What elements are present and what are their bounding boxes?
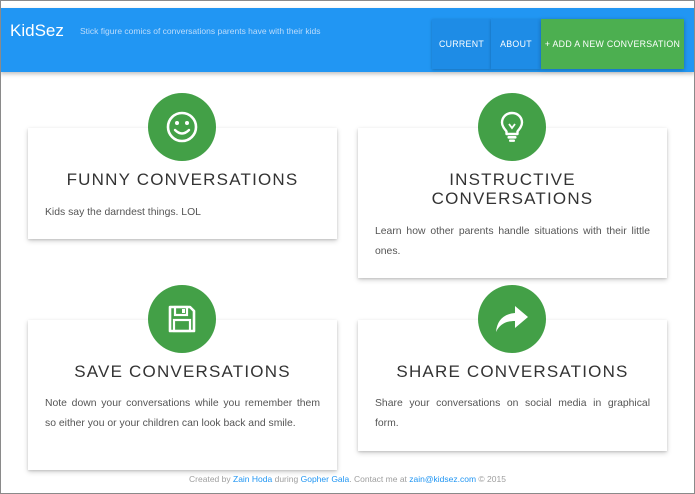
brand-logo[interactable]: KidSez — [10, 21, 64, 41]
floppy-disk-icon — [148, 285, 216, 353]
footer-during: during — [274, 474, 299, 484]
card-text: Share your conversations on social media… — [375, 398, 650, 429]
footer-contact: . Contact me at — [349, 474, 407, 484]
smiley-icon — [148, 93, 216, 161]
navbar: KidSez Stick figure comics of conversati… — [0, 8, 695, 72]
card-title: FUNNY CONVERSATIONS — [66, 170, 299, 189]
footer-copyright: © 2015 — [478, 474, 506, 484]
tagline: Stick figure comics of conversations par… — [80, 26, 321, 36]
nav-current-button[interactable]: CURRENT — [432, 19, 491, 69]
card-title: SAVE CONVERSATIONS — [74, 362, 291, 381]
card-text: Kids say the darndest things. LOL — [45, 207, 201, 218]
add-conversation-button[interactable]: + ADD A NEW CONVERSATION — [541, 19, 684, 69]
event-link[interactable]: Gopher Gala — [301, 474, 350, 484]
card-title-line1: INSTRUCTIVE — [449, 170, 576, 189]
email-link[interactable]: zain@kidsez.com — [409, 474, 476, 484]
card-text: Note down your conversations while you r… — [45, 398, 320, 429]
author-link[interactable]: Zain Hoda — [233, 474, 272, 484]
nav-about-button[interactable]: ABOUT — [491, 19, 541, 69]
card-title-line2: CONVERSATIONS — [431, 189, 594, 208]
footer: Created by Zain Hoda during Gopher Gala.… — [0, 474, 695, 484]
share-arrow-icon — [478, 285, 546, 353]
footer-created-by: Created by — [189, 474, 231, 484]
lightbulb-icon — [478, 93, 546, 161]
card-text: Learn how other parents handle situation… — [375, 226, 650, 257]
card-title: SHARE CONVERSATIONS — [396, 362, 629, 381]
